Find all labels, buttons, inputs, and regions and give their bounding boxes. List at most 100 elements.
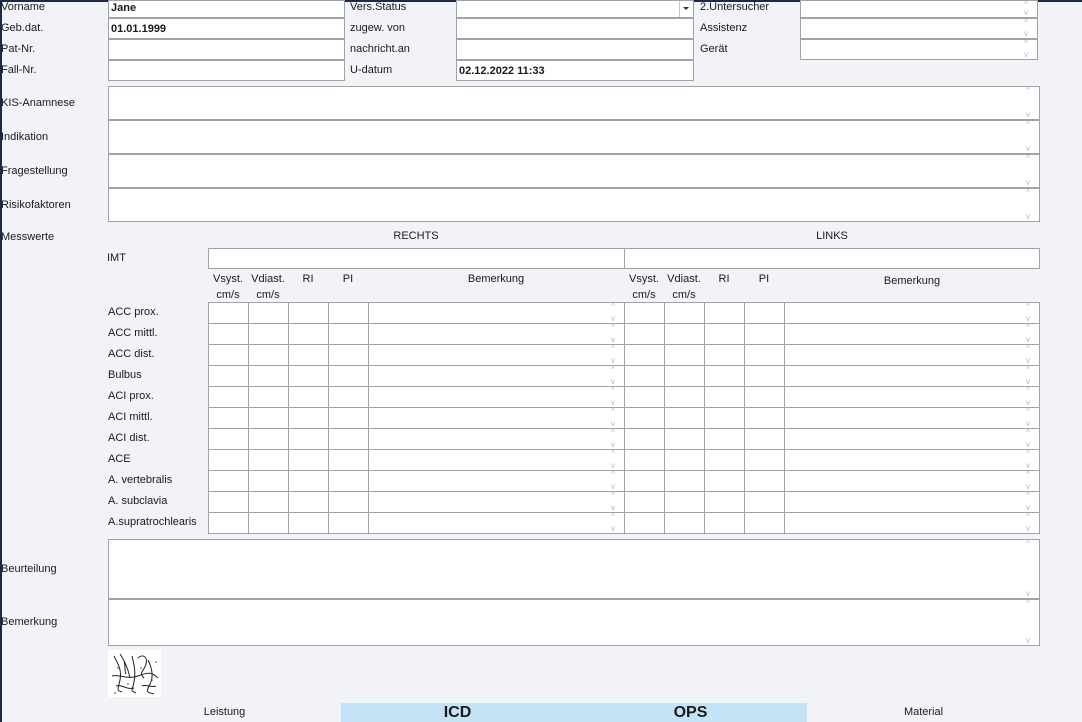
vdiast-rechts-cell[interactable] bbox=[248, 302, 289, 324]
pi-links-cell[interactable] bbox=[744, 470, 785, 492]
ri-rechts-cell[interactable] bbox=[288, 407, 329, 429]
vdiast-rechts-cell[interactable] bbox=[248, 323, 289, 345]
ri-links-cell[interactable] bbox=[704, 428, 745, 450]
indikation-textarea[interactable]: ^ v bbox=[108, 120, 1040, 154]
spinner-icon[interactable]: ^ v bbox=[607, 366, 623, 386]
udatum-field[interactable]: 02.12.2022 11:33 bbox=[456, 60, 694, 81]
vdiast-rechts-cell[interactable] bbox=[248, 428, 289, 450]
bemerkung-rechts-cell[interactable]: ^ v bbox=[368, 302, 625, 324]
scroll-arrows-icon[interactable]: ^ v bbox=[1022, 600, 1038, 645]
ri-links-cell[interactable] bbox=[704, 512, 745, 534]
ri-rechts-cell[interactable] bbox=[288, 512, 329, 534]
vsyst-rechts-cell[interactable] bbox=[208, 344, 249, 366]
scroll-arrows-icon[interactable]: ^ v bbox=[1022, 87, 1038, 119]
spinner-icon[interactable]: ^ v bbox=[1022, 408, 1038, 428]
spinner-icon[interactable]: ^ v bbox=[607, 513, 623, 533]
vsyst-rechts-cell[interactable] bbox=[208, 407, 249, 429]
versstatus-select[interactable] bbox=[456, 0, 694, 18]
bemerkung-links-cell[interactable]: ^ v bbox=[784, 449, 1040, 471]
vdiast-links-cell[interactable] bbox=[664, 428, 705, 450]
pi-rechts-cell[interactable] bbox=[328, 386, 369, 408]
vdiast-links-cell[interactable] bbox=[664, 302, 705, 324]
spinner-icon[interactable]: ^ v bbox=[1022, 429, 1038, 449]
vsyst-rechts-cell[interactable] bbox=[208, 449, 249, 471]
pi-links-cell[interactable] bbox=[744, 512, 785, 534]
bemerkung-links-cell[interactable]: ^ v bbox=[784, 512, 1040, 534]
vdiast-rechts-cell[interactable] bbox=[248, 344, 289, 366]
ri-links-cell[interactable] bbox=[704, 470, 745, 492]
vdiast-rechts-cell[interactable] bbox=[248, 470, 289, 492]
bemerkung-rechts-cell[interactable]: ^ v bbox=[368, 512, 625, 534]
spinner-icon[interactable]: ^ v bbox=[1022, 324, 1038, 344]
vsyst-links-cell[interactable] bbox=[624, 470, 665, 492]
vsyst-links-cell[interactable] bbox=[624, 323, 665, 345]
ri-links-cell[interactable] bbox=[704, 323, 745, 345]
bemerkung-rechts-cell[interactable]: ^ v bbox=[368, 344, 625, 366]
bemerkung-rechts-cell[interactable]: ^ v bbox=[368, 491, 625, 513]
dropdown-caret-icon[interactable] bbox=[679, 1, 693, 17]
vsyst-links-cell[interactable] bbox=[624, 302, 665, 324]
pi-rechts-cell[interactable] bbox=[328, 323, 369, 345]
ri-links-cell[interactable] bbox=[704, 449, 745, 471]
kis-anamnese-textarea[interactable]: ^ v bbox=[108, 86, 1040, 120]
scroll-arrows-icon[interactable]: ^ v bbox=[1022, 155, 1038, 187]
bemerkung-links-cell[interactable]: ^ v bbox=[784, 302, 1040, 324]
vsyst-rechts-cell[interactable] bbox=[208, 512, 249, 534]
scroll-arrows-icon[interactable]: ^ v bbox=[1022, 540, 1038, 598]
imt-links-field[interactable] bbox=[624, 248, 1040, 269]
pi-links-cell[interactable] bbox=[744, 302, 785, 324]
geraet-field[interactable]: ^ v bbox=[800, 39, 1038, 60]
ri-links-cell[interactable] bbox=[704, 302, 745, 324]
vdiast-rechts-cell[interactable] bbox=[248, 449, 289, 471]
beurteilung-textarea[interactable]: ^ v bbox=[108, 539, 1040, 599]
pi-links-cell[interactable] bbox=[744, 428, 785, 450]
ri-rechts-cell[interactable] bbox=[288, 470, 329, 492]
pi-links-cell[interactable] bbox=[744, 449, 785, 471]
spinner-icon[interactable]: ^ v bbox=[1020, 1, 1036, 17]
ri-links-cell[interactable] bbox=[704, 365, 745, 387]
vsyst-links-cell[interactable] bbox=[624, 512, 665, 534]
tab-leistung[interactable]: Leistung bbox=[108, 703, 341, 722]
bemerkung-rechts-cell[interactable]: ^ v bbox=[368, 323, 625, 345]
vsyst-rechts-cell[interactable] bbox=[208, 491, 249, 513]
assistenz-field[interactable]: ^ v bbox=[800, 18, 1038, 39]
scroll-arrows-icon[interactable]: ^ v bbox=[1022, 121, 1038, 153]
pi-rechts-cell[interactable] bbox=[328, 449, 369, 471]
spinner-icon[interactable]: ^ v bbox=[607, 408, 623, 428]
vsyst-rechts-cell[interactable] bbox=[208, 470, 249, 492]
spinner-icon[interactable]: ^ v bbox=[607, 492, 623, 512]
vsyst-rechts-cell[interactable] bbox=[208, 365, 249, 387]
vdiast-rechts-cell[interactable] bbox=[248, 407, 289, 429]
pi-links-cell[interactable] bbox=[744, 365, 785, 387]
spinner-icon[interactable]: ^ v bbox=[1022, 366, 1038, 386]
vdiast-links-cell[interactable] bbox=[664, 512, 705, 534]
bemerkung-textarea[interactable]: ^ v bbox=[108, 599, 1040, 646]
imt-rechts-field[interactable] bbox=[208, 248, 625, 269]
vsyst-links-cell[interactable] bbox=[624, 449, 665, 471]
untersucher2-field[interactable]: ^ v bbox=[800, 0, 1038, 18]
pi-rechts-cell[interactable] bbox=[328, 512, 369, 534]
patnr-field[interactable] bbox=[108, 39, 345, 60]
bemerkung-rechts-cell[interactable]: ^ v bbox=[368, 365, 625, 387]
spinner-icon[interactable]: ^ v bbox=[1022, 492, 1038, 512]
risikofaktoren-textarea[interactable]: ^ v bbox=[108, 188, 1040, 222]
bemerkung-links-cell[interactable]: ^ v bbox=[784, 491, 1040, 513]
spinner-icon[interactable]: ^ v bbox=[607, 429, 623, 449]
vorname-field[interactable]: Jane bbox=[108, 0, 345, 18]
zugewvon-field[interactable] bbox=[456, 18, 694, 39]
spinner-icon[interactable]: ^ v bbox=[1022, 450, 1038, 470]
spinner-icon[interactable]: ^ v bbox=[607, 324, 623, 344]
vdiast-links-cell[interactable] bbox=[664, 344, 705, 366]
spinner-icon[interactable]: ^ v bbox=[1022, 387, 1038, 407]
ri-rechts-cell[interactable] bbox=[288, 323, 329, 345]
ri-rechts-cell[interactable] bbox=[288, 491, 329, 513]
spinner-icon[interactable]: ^ v bbox=[1022, 513, 1038, 533]
bemerkung-links-cell[interactable]: ^ v bbox=[784, 470, 1040, 492]
tab-ops[interactable]: OPS bbox=[574, 703, 807, 722]
nachricht-field[interactable] bbox=[456, 39, 694, 60]
bemerkung-rechts-cell[interactable]: ^ v bbox=[368, 407, 625, 429]
vdiast-links-cell[interactable] bbox=[664, 470, 705, 492]
ri-rechts-cell[interactable] bbox=[288, 449, 329, 471]
ri-links-cell[interactable] bbox=[704, 407, 745, 429]
vsyst-links-cell[interactable] bbox=[624, 386, 665, 408]
